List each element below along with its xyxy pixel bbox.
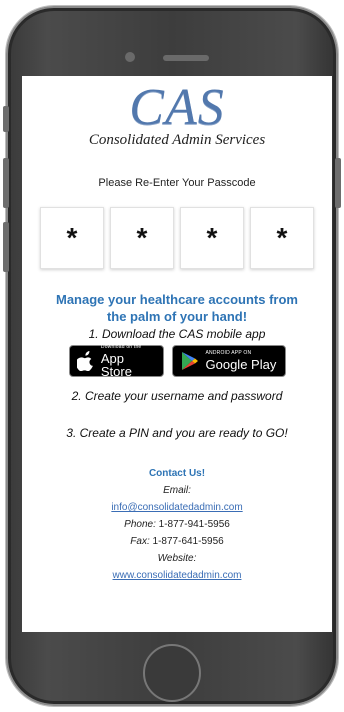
app-store-small-text: Download on the [100,343,142,350]
volume-down-button [3,222,9,272]
promo-headline-line1: Manage your healthcare accounts from [55,292,298,307]
phone-number: 1-877-941-5956 [158,519,230,530]
promo-headline: Manage your healthcare accounts from the… [22,291,332,325]
step-download: 1. Download the CAS mobile app [88,327,266,341]
website-link[interactable]: www.consolidatedadmin.com [113,570,242,581]
step-create-account: 2. Create your username and password [71,389,283,403]
email-link[interactable]: info@consolidatedadmin.com [111,502,242,513]
google-play-label: Google Play [205,357,277,372]
logo-mark: CAS [129,79,225,136]
promo-headline-line2: the palm of your hand! [106,309,248,324]
phone-label: Phone: [124,519,156,530]
front-camera [125,52,135,62]
passcode-digit-1[interactable]: * [40,207,104,269]
store-badges: Download on the App Store ANDROID APP ON… [22,343,332,379]
apple-icon [76,350,96,372]
contact-title: Contact Us! [148,468,206,479]
passcode-input[interactable]: * * * * [22,207,332,269]
google-play-small-text: ANDROID APP ON [205,350,252,356]
home-button[interactable] [143,644,201,702]
fax-number: 1-877-641-5956 [152,536,224,547]
google-play-icon [179,350,201,372]
step-create-pin: 3. Create a PIN and you are ready to GO! [66,426,288,440]
company-name: Consolidated Admin Services [88,132,266,148]
google-play-badge[interactable]: ANDROID APP ON Google Play [171,345,286,377]
app-store-badge[interactable]: Download on the App Store [68,343,164,379]
website-label: Website: [157,553,197,564]
power-button [335,158,341,208]
passcode-prompt: Please Re-Enter Your Passcode [98,177,256,189]
email-label: Email: [163,485,191,496]
passcode-digit-2[interactable]: * [110,207,174,269]
contact-section: Contact Us! Email: info@consolidatedadmi… [22,465,332,584]
fax-label: Fax: [130,536,150,547]
app-store-label: App Store [100,350,132,379]
volume-up-button [3,158,9,208]
mute-switch [3,106,9,132]
passcode-digit-3[interactable]: * [180,207,244,269]
earpiece-speaker [163,55,209,61]
passcode-digit-4[interactable]: * [250,207,314,269]
app-screen: CAS Consolidated Admin Services Please R… [22,76,332,632]
cas-logo: CAS Consolidated Admin Services [22,82,332,149]
